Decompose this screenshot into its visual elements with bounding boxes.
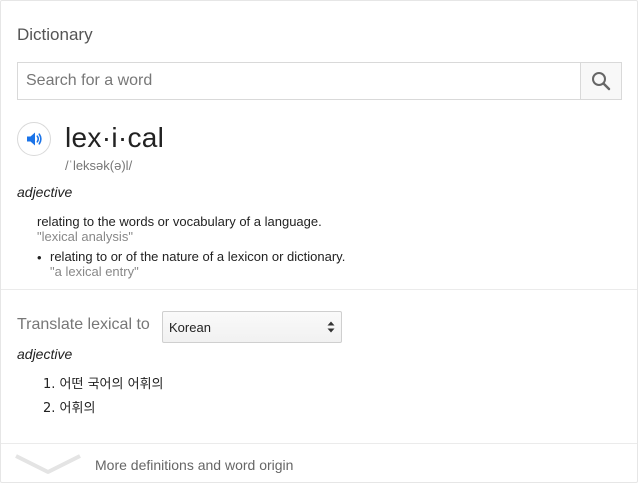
more-definitions-link[interactable]: More definitions and word origin xyxy=(95,457,293,473)
search-button[interactable] xyxy=(580,63,621,99)
translation-number: 2. xyxy=(43,401,56,416)
card-title: Dictionary xyxy=(17,25,93,44)
translation-part-of-speech: adjective xyxy=(17,346,73,362)
translation-item: 1. 어떤 국어의 어휘의 xyxy=(43,373,164,392)
search-box xyxy=(17,62,622,100)
chevron-down-icon[interactable] xyxy=(15,453,81,475)
dictionary-card: Dictionary lex·i·cal /ˈleksək(ə)l/ adjec… xyxy=(0,0,638,483)
sub-definition-bullet: • xyxy=(37,250,42,265)
language-select-value: Korean xyxy=(169,320,211,335)
translation-text: 어휘의 xyxy=(59,401,96,416)
speaker-icon xyxy=(27,132,42,146)
translation-text: 어떤 국어의 어휘의 xyxy=(59,377,164,392)
definition-1: relating to the words or vocabulary of a… xyxy=(37,214,322,229)
translation-item: 2. 어휘의 xyxy=(43,397,95,416)
language-select[interactable]: Korean xyxy=(162,311,342,343)
example-2: "a lexical entry" xyxy=(50,264,139,279)
search-icon xyxy=(592,72,611,91)
phonetic-spelling: /ˈleksək(ə)l/ xyxy=(65,158,133,173)
translate-label: Translate lexical to xyxy=(17,316,150,333)
select-arrows-icon xyxy=(327,321,335,333)
search-input[interactable] xyxy=(18,63,583,99)
example-1: "lexical analysis" xyxy=(37,229,133,244)
pronunciation-button[interactable] xyxy=(17,122,51,156)
section-divider xyxy=(1,289,637,290)
part-of-speech: adjective xyxy=(17,184,73,200)
definition-2: relating to or of the nature of a lexico… xyxy=(50,249,346,264)
headword: lex·i·cal xyxy=(65,122,165,153)
section-divider xyxy=(1,443,637,444)
translation-number: 1. xyxy=(43,377,56,392)
